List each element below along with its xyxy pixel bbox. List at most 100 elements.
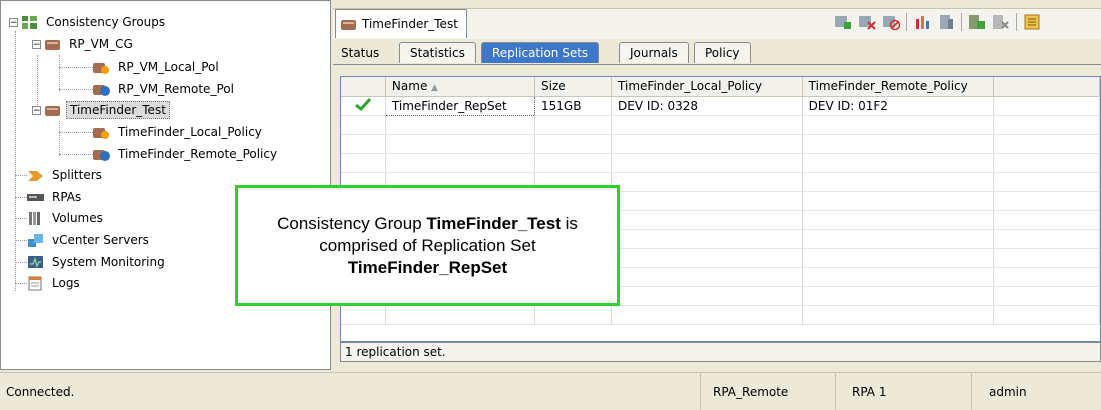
tree-node-remote-policy[interactable]: RP_VM_Remote_Pol bbox=[59, 79, 237, 99]
tree-node-local-policy[interactable]: TimeFinder_Local_Policy bbox=[59, 122, 265, 142]
remote-policy-cell: DEV ID: 01F2 bbox=[802, 96, 994, 116]
statistics-icon[interactable] bbox=[913, 13, 931, 31]
toolbar-separator bbox=[961, 13, 962, 31]
panel-title: TimeFinder_Test bbox=[362, 17, 458, 31]
tab-statistics[interactable]: Statistics bbox=[399, 42, 476, 63]
tree-node-splitters[interactable]: Splitters bbox=[15, 165, 105, 185]
tree-label: RP_VM_Remote_Pol bbox=[118, 82, 234, 96]
tree-label: Consistency Groups bbox=[46, 15, 166, 29]
table-row bbox=[341, 305, 1100, 325]
tree-line bbox=[15, 240, 27, 241]
column-header-remote-policy[interactable]: TimeFinder_Remote_Policy bbox=[802, 77, 994, 97]
callout-repset-name: TimeFinder_RepSet bbox=[347, 257, 508, 277]
tree-label: RP_VM_Local_Pol bbox=[118, 60, 219, 74]
local-policy-cell: DEV ID: 0328 bbox=[611, 96, 803, 116]
local-policy-icon bbox=[93, 125, 110, 140]
tab-label: Journals bbox=[630, 46, 678, 60]
tree-node-vcenter-servers[interactable]: vCenter Servers bbox=[15, 230, 152, 250]
table-row bbox=[341, 134, 1100, 154]
sort-ascending-icon: ▲ bbox=[431, 83, 439, 94]
tree-line bbox=[15, 262, 27, 263]
status-column-header[interactable] bbox=[341, 77, 386, 97]
callout-line-2: comprised of Replication Set bbox=[319, 235, 536, 255]
tree-node-consistency-groups[interactable]: − Consistency Groups bbox=[9, 12, 168, 32]
tree-label: RPAs bbox=[52, 190, 82, 204]
tree-label: RP_VM_CG bbox=[69, 37, 133, 51]
tab-replication-sets[interactable]: Replication Sets bbox=[481, 42, 600, 63]
tree-node-rp-vm-cg[interactable]: − RP_VM_CG bbox=[32, 34, 136, 54]
name-cell[interactable]: TimeFinder_RepSet bbox=[384, 95, 536, 116]
remove-replication-set-icon[interactable] bbox=[858, 13, 876, 31]
tree-line bbox=[59, 89, 93, 90]
tab-label: Status bbox=[341, 45, 380, 60]
tree-label: TimeFinder_Local_Policy bbox=[118, 125, 262, 139]
tab-journals[interactable]: Journals bbox=[619, 42, 689, 63]
journal-icon[interactable] bbox=[937, 13, 955, 31]
tree-line bbox=[59, 132, 93, 133]
table-row bbox=[341, 115, 1100, 135]
toolbar bbox=[834, 13, 1041, 31]
panel-title-tab[interactable]: TimeFinder_Test bbox=[335, 9, 467, 38]
column-label: Size bbox=[541, 79, 566, 94]
remote-policy-icon bbox=[93, 82, 110, 97]
enable-icon[interactable] bbox=[968, 13, 986, 31]
empty-cell bbox=[993, 96, 1100, 116]
tree-line bbox=[15, 197, 27, 198]
status-bar: Connected. RPA_Remote RPA 1 admin bbox=[0, 372, 1101, 410]
callout-line-1: Consistency Group TimeFinder_Test is bbox=[277, 213, 578, 235]
size-cell: 151GB bbox=[534, 96, 613, 116]
annotation-callout: Consistency Group TimeFinder_Test is com… bbox=[235, 185, 620, 306]
rpa-name: RPA 1 bbox=[835, 373, 971, 410]
group-icon bbox=[44, 103, 61, 118]
collapse-icon[interactable]: − bbox=[9, 17, 18, 27]
callout-text: Consistency Group bbox=[277, 213, 427, 233]
local-policy-icon bbox=[93, 60, 110, 75]
properties-icon[interactable] bbox=[1023, 13, 1041, 31]
column-header-size[interactable]: Size bbox=[534, 77, 613, 97]
add-replication-set-icon[interactable] bbox=[834, 13, 852, 31]
callout-group-name: TimeFinder_Test bbox=[426, 213, 561, 233]
collapse-icon[interactable]: − bbox=[32, 39, 41, 49]
column-header-name[interactable]: Name ▲ bbox=[385, 77, 536, 97]
tree-line bbox=[59, 67, 93, 68]
tree-label: Logs bbox=[52, 276, 80, 290]
table-header-row: Name ▲ Size TimeFinder_Local_Policy Time… bbox=[341, 77, 1100, 97]
tree-node-timefinder-test[interactable]: − TimeFinder_Test bbox=[32, 100, 170, 120]
connection-status: Connected. bbox=[6, 384, 75, 399]
delete-icon[interactable] bbox=[992, 13, 1010, 31]
column-header-empty bbox=[993, 77, 1100, 97]
tab-policy[interactable]: Policy bbox=[694, 42, 751, 63]
tree-label: TimeFinder_Test bbox=[66, 101, 170, 119]
collapse-icon[interactable]: − bbox=[32, 105, 41, 115]
tab-status[interactable]: Status bbox=[333, 42, 387, 63]
column-header-local-policy[interactable]: TimeFinder_Local_Policy bbox=[611, 77, 803, 97]
volumes-icon bbox=[27, 211, 44, 226]
tree-node-system-monitoring[interactable]: System Monitoring bbox=[15, 252, 168, 272]
tree-node-volumes[interactable]: Volumes bbox=[15, 208, 106, 228]
tree-node-local-policy[interactable]: RP_VM_Local_Pol bbox=[59, 57, 222, 77]
group-icon bbox=[44, 37, 61, 52]
tree-node-remote-policy[interactable]: TimeFinder_Remote_Policy bbox=[59, 144, 280, 164]
user-name: admin bbox=[971, 373, 1101, 410]
panel-title-bar: TimeFinder_Test bbox=[333, 8, 1101, 39]
monitor-icon bbox=[27, 255, 44, 270]
tree-label: TimeFinder_Remote_Policy bbox=[118, 147, 278, 161]
consistency-groups-icon bbox=[21, 15, 38, 30]
tab-label: Replication Sets bbox=[492, 46, 589, 60]
column-label: TimeFinder_Local_Policy bbox=[618, 79, 762, 94]
tree-node-rpas[interactable]: RPAs bbox=[15, 187, 84, 207]
tree-line bbox=[15, 283, 27, 284]
tree-node-logs[interactable]: Logs bbox=[15, 273, 83, 293]
table-row[interactable]: TimeFinder_RepSet 151GB DEV ID: 0328 DEV… bbox=[341, 95, 1100, 116]
disable-icon[interactable] bbox=[882, 13, 901, 31]
table-row bbox=[341, 153, 1100, 173]
rpa-icon bbox=[27, 190, 44, 205]
tree-label: Volumes bbox=[52, 211, 103, 225]
tree-line bbox=[59, 154, 93, 155]
replication-set-count: 1 replication set. bbox=[345, 345, 446, 359]
tree-label: vCenter Servers bbox=[52, 233, 149, 247]
group-icon bbox=[340, 17, 357, 32]
cluster-name: RPA_Remote bbox=[700, 373, 835, 410]
toolbar-separator bbox=[1016, 13, 1017, 31]
column-label: Name bbox=[391, 79, 428, 94]
